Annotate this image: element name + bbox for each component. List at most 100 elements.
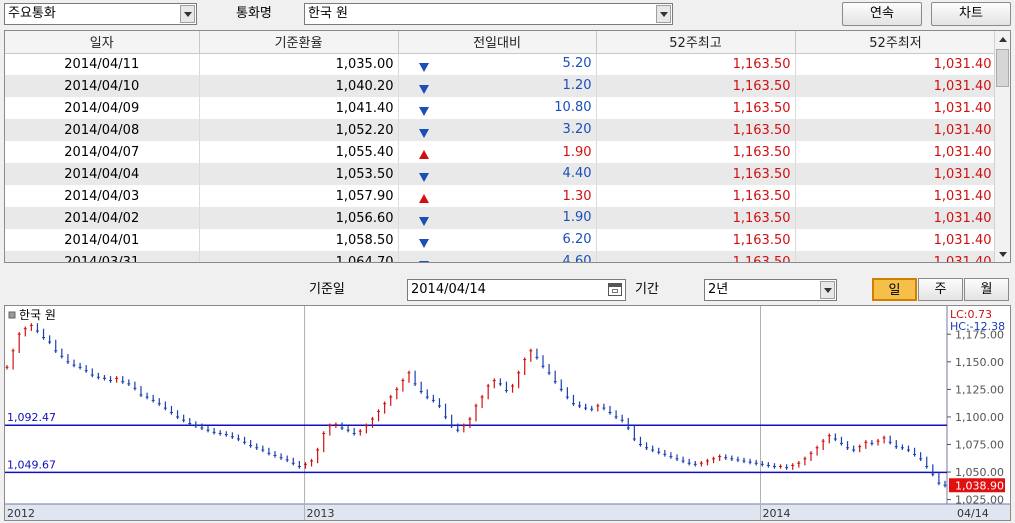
column-header-date[interactable]: 일자: [5, 31, 200, 54]
up-triangle-icon: [418, 193, 429, 203]
table-row[interactable]: 2014/04/04 1,053.50 4.40 1,163.50 1,031.40: [5, 163, 997, 185]
column-header-52w-low[interactable]: 52주최저: [795, 31, 997, 54]
cell-rate: 1,040.20: [199, 75, 399, 97]
scroll-down-icon[interactable]: [995, 246, 1010, 262]
cell-change: 10.80: [398, 97, 597, 119]
cell-change: 4.60: [398, 251, 597, 263]
cell-52w-low: 1,031.40: [795, 75, 997, 97]
period-select[interactable]: 2년: [704, 279, 837, 301]
exchange-rate-chart[interactable]: 2012 2013 2014 04/14 1,175.00 1,150.00 1,125.0…: [4, 305, 1011, 521]
x-tick-label: 2013: [307, 507, 335, 520]
column-header-rate[interactable]: 기준환율: [199, 31, 399, 54]
cell-52w-high: 1,163.50: [596, 251, 796, 262]
table-header: 일자 기준환율 전일대비 52주최고 52주최저: [5, 31, 997, 54]
category-select-value: 주요통화: [8, 6, 56, 21]
cell-date: 2014/04/03: [5, 185, 200, 207]
chevron-down-icon[interactable]: [656, 5, 671, 23]
weekly-button[interactable]: 주: [918, 278, 963, 301]
down-triangle-icon: [418, 129, 429, 138]
down-triangle-icon: [418, 63, 429, 73]
cell-rate: 1,041.40: [199, 97, 399, 119]
reference-line-label: 1,092.47: [7, 411, 56, 424]
table-row[interactable]: 2014/04/07 1,055.40 1.90 1,163.50 1,031.40: [5, 141, 997, 163]
currency-select[interactable]: 한국 원: [304, 3, 673, 25]
cell-change-value: 1.90: [562, 144, 592, 160]
base-date-label: 기준일: [309, 282, 345, 297]
cell-rate: 1,056.60: [199, 207, 399, 229]
cell-change-value: 5.20: [562, 56, 592, 72]
continuous-button[interactable]: 연속: [842, 2, 922, 26]
cell-change: 1.90: [398, 141, 597, 163]
scroll-up-icon[interactable]: [995, 31, 1010, 47]
cell-52w-high: 1,163.50: [596, 185, 796, 207]
y-tick-label: 1,100.00: [955, 411, 1004, 424]
table-row[interactable]: 2014/04/03 1,057.90 1.30 1,163.50 1,031.40: [5, 185, 997, 207]
table-row[interactable]: 2014/04/09 1,041.40 10.80 1,163.50 1,031.40: [5, 97, 997, 119]
x-tick-label: 04/14: [957, 507, 989, 520]
calendar-icon[interactable]: [608, 283, 622, 296]
daily-button[interactable]: 일: [872, 278, 917, 301]
cell-52w-high: 1,163.50: [596, 97, 796, 119]
table-row[interactable]: 2014/03/31 1,064.70 4.60 1,163.50 1,031.40: [5, 251, 997, 263]
table-row[interactable]: 2014/04/10 1,040.20 1.20 1,163.50 1,031.40: [5, 75, 997, 97]
table-row[interactable]: 2014/04/02 1,056.60 1.90 1,163.50 1,031.40: [5, 207, 997, 229]
cell-52w-low: 1,031.40: [795, 53, 997, 75]
legend-label: 한국 원: [19, 308, 56, 322]
cell-change: 1.20: [398, 75, 597, 97]
cell-change: 4.40: [398, 163, 597, 185]
cell-52w-low: 1,031.40: [795, 119, 997, 141]
chart-button[interactable]: 차트: [931, 2, 1011, 26]
cell-rate: 1,035.00: [199, 53, 399, 75]
cell-rate: 1,053.50: [199, 163, 399, 185]
cell-change-value: 1.90: [562, 210, 592, 225]
cell-rate: 1,055.40: [199, 141, 399, 163]
cell-52w-low: 1,031.40: [795, 97, 997, 119]
monthly-button[interactable]: 월: [964, 278, 1009, 301]
cell-date: 2014/04/09: [5, 97, 200, 119]
chevron-down-icon[interactable]: [820, 281, 835, 299]
cell-52w-low: 1,031.40: [795, 229, 997, 251]
base-date-input[interactable]: 2014/04/14: [407, 279, 626, 301]
cell-rate: 1,064.70: [199, 251, 399, 262]
chevron-down-icon[interactable]: [180, 5, 195, 23]
cell-52w-high: 1,163.50: [596, 141, 796, 163]
current-value-label: 1,038.90: [955, 479, 1004, 492]
category-select[interactable]: 주요통화: [4, 3, 197, 25]
table-row[interactable]: 2014/04/01 1,058.50 6.20 1,163.50 1,031.40: [5, 229, 997, 251]
cell-52w-low: 1,031.40: [795, 207, 997, 229]
column-header-52w-high[interactable]: 52주최고: [596, 31, 796, 54]
cell-change-value: 4.40: [562, 166, 592, 181]
table-row[interactable]: 2014/04/08 1,052.20 3.20 1,163.50 1,031.40: [5, 119, 997, 141]
y-tick-label: 1,075.00: [955, 438, 1004, 451]
y-tick-label: 1,050.00: [955, 466, 1004, 479]
cell-date: 2014/04/04: [5, 163, 200, 185]
cell-52w-low: 1,031.40: [795, 251, 997, 262]
y-tick-label: 1,125.00: [955, 383, 1004, 396]
table-scrollbar[interactable]: [994, 31, 1010, 262]
cell-rate: 1,058.50: [199, 229, 399, 251]
cell-change-value: 10.80: [554, 100, 592, 115]
cell-change: 6.20: [398, 229, 597, 251]
table-row[interactable]: 2014/04/11 1,035.00 5.20 1,163.50 1,031.40: [5, 53, 997, 75]
down-triangle-icon: [418, 261, 429, 262]
cell-change: 5.20: [398, 53, 597, 75]
x-tick-label: 2014: [762, 507, 790, 520]
y-tick-label: 1,025.00: [955, 494, 1004, 507]
cell-date: 2014/03/31: [5, 251, 200, 262]
down-triangle-icon: [418, 173, 429, 182]
hc-label: HC:-12.38: [950, 320, 1005, 333]
column-header-change[interactable]: 전일대비: [398, 31, 597, 54]
cell-change: 3.20: [398, 119, 597, 141]
cell-52w-high: 1,163.50: [596, 163, 796, 185]
down-triangle-icon: [418, 107, 429, 116]
cell-rate: 1,052.20: [199, 119, 399, 141]
cell-rate: 1,057.90: [199, 185, 399, 207]
cell-52w-high: 1,163.50: [596, 119, 796, 141]
period-label: 기간: [635, 282, 659, 297]
down-triangle-icon: [418, 217, 429, 226]
cell-change-value: 6.20: [562, 232, 592, 247]
cell-change-value: 4.60: [562, 254, 592, 263]
x-tick-label: 2012: [7, 507, 35, 520]
scrollbar-thumb[interactable]: [996, 49, 1009, 87]
cell-change: 1.90: [398, 207, 597, 229]
